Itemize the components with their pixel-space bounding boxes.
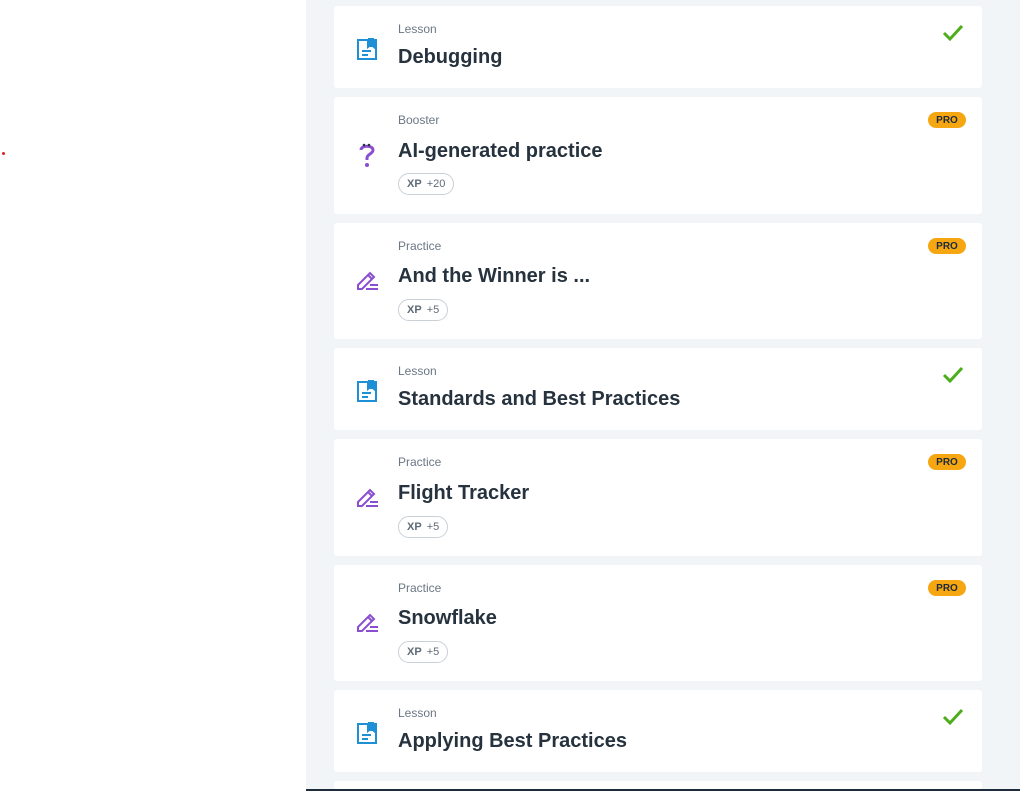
pro-badge: PRO: [928, 112, 966, 128]
practice-card-winner[interactable]: Practice And the Winner is ... XP +5 PRO: [334, 223, 982, 339]
xp-value: +5: [426, 646, 440, 658]
item-title: Standards and Best Practices: [398, 388, 681, 410]
item-kind: Lesson: [398, 706, 437, 720]
next-card-partial[interactable]: [334, 781, 982, 789]
xp-badge: XP +20: [398, 173, 455, 195]
item-kind: Booster: [398, 113, 440, 127]
cursor-dot: [2, 152, 5, 155]
xp-label: XP: [407, 521, 422, 533]
item-kind: Practice: [398, 239, 442, 253]
item-title: Flight Tracker: [398, 482, 530, 504]
xp-value: +5: [426, 304, 440, 316]
item-title: AI-generated practice: [398, 140, 603, 162]
item-kind: Practice: [398, 455, 442, 469]
practice-pencil-icon: [357, 271, 378, 290]
xp-badge: XP +5: [398, 299, 449, 321]
lesson-icon: [357, 380, 377, 402]
item-kind: Lesson: [398, 364, 437, 378]
practice-pencil-icon: [357, 488, 378, 507]
item-kind: Lesson: [398, 22, 437, 36]
lesson-icon: [357, 38, 377, 60]
xp-label: XP: [407, 178, 422, 190]
practice-card-snowflake[interactable]: Practice Snowflake XP +5 PRO: [334, 565, 982, 681]
pro-badge: PRO: [928, 238, 966, 254]
xp-label: XP: [407, 304, 422, 316]
completed-check-icon: [942, 24, 964, 42]
item-title: Applying Best Practices: [398, 730, 627, 752]
completed-check-icon: [942, 366, 964, 384]
booster-card-ai-practice[interactable]: Booster AI-generated practice XP +20 PRO: [334, 97, 982, 214]
pro-badge: PRO: [928, 580, 966, 596]
pro-badge: PRO: [928, 454, 966, 470]
xp-value: +5: [426, 521, 440, 533]
item-title: Snowflake: [398, 607, 497, 629]
lesson-card-standards[interactable]: Lesson Standards and Best Practices: [334, 348, 982, 430]
xp-badge: XP +5: [398, 641, 449, 663]
course-item-list: Lesson Debugging Booster AI-generated pr…: [306, 0, 1020, 791]
item-title: Debugging: [398, 46, 503, 68]
practice-card-flight-tracker[interactable]: Practice Flight Tracker XP +5 PRO: [334, 439, 982, 556]
lesson-card-applying[interactable]: Lesson Applying Best Practices: [334, 690, 982, 772]
xp-value: +20: [426, 178, 446, 190]
lesson-card-debugging[interactable]: Lesson Debugging: [334, 6, 982, 88]
item-title: And the Winner is ...: [398, 265, 591, 287]
xp-badge: XP +5: [398, 516, 449, 538]
item-kind: Practice: [398, 581, 442, 595]
practice-pencil-icon: [357, 613, 378, 632]
completed-check-icon: [942, 708, 964, 726]
lesson-icon: [357, 722, 377, 744]
booster-question-icon: [359, 143, 375, 167]
xp-label: XP: [407, 646, 422, 658]
